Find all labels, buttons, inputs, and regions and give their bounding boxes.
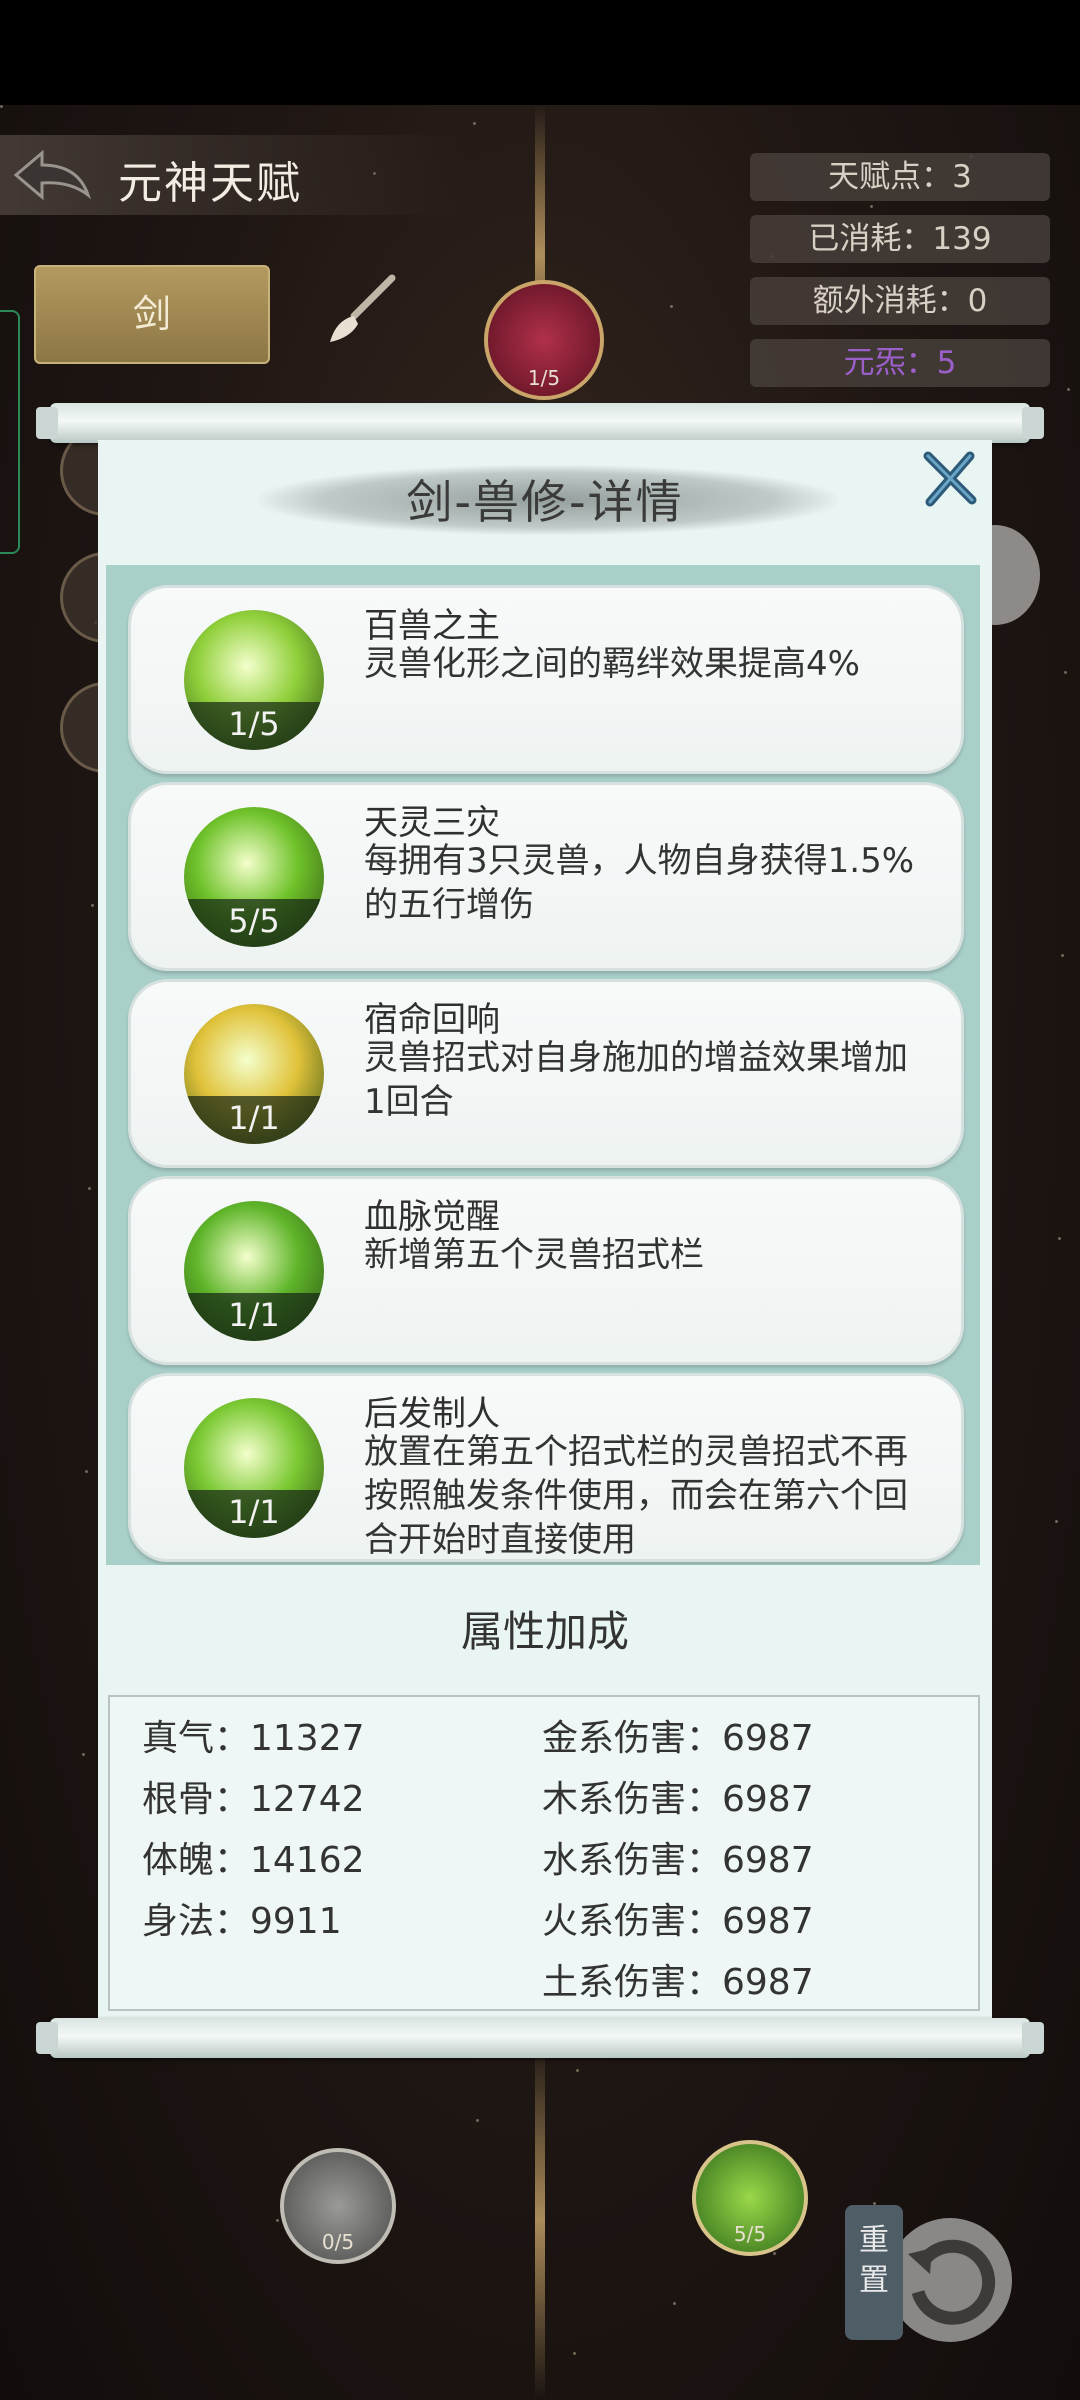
attribute-base: 真气：11327: [142, 1718, 365, 1759]
consumed-stat: 已消耗：139: [750, 215, 1050, 263]
star-dot: [576, 2069, 579, 2072]
skill-card[interactable]: 1/5 百兽之主 灵兽化形之间的羁绊效果提高4%: [128, 585, 964, 774]
attribute-element-damage: 金系伤害：6987: [542, 1718, 814, 1759]
skill-name: 宿命回响: [364, 1000, 500, 1040]
page-title: 元神天赋: [118, 158, 302, 209]
attributes-heading: 属性加成: [460, 1607, 629, 1656]
skill-name: 后发制人: [364, 1394, 500, 1434]
status-bar: [0, 0, 1080, 105]
attribute-element-damage: 木系伤害：6987: [542, 1779, 814, 1820]
modal-title: 剑-兽修-详情: [406, 475, 684, 529]
star-dot: [1061, 954, 1064, 957]
modal-title-bar: 剑-兽修-详情: [98, 455, 992, 535]
skill-description: 灵兽化形之间的羁绊效果提高4%: [364, 644, 860, 684]
skill-description: 放置在第五个招式栏的灵兽招式不再按照触发条件使用，而会在第六个回合开始时直接使用: [364, 1432, 908, 1560]
skill-card[interactable]: 1/1 宿命回响 灵兽招式对自身施加的增益效果增加1回合: [128, 979, 964, 1168]
attribute-base: 根骨：12742: [142, 1779, 365, 1820]
green-flame-icon: 1/1: [184, 1201, 324, 1341]
star-dot: [276, 2219, 279, 2222]
brush-icon[interactable]: [322, 272, 402, 352]
talent-node-level: 1/5: [527, 366, 561, 390]
skill-list[interactable]: 1/5 百兽之主 灵兽化形之间的羁绊效果提高4% 5/5 天灵三灾 每拥有3只灵兽，人物自…: [106, 565, 980, 1565]
skill-name: 百兽之主: [364, 606, 500, 646]
lion-head-icon: 1/5: [184, 610, 324, 750]
star-dot: [670, 305, 673, 308]
leaping-beast-icon: 1/1: [184, 1398, 324, 1538]
golden-rune-icon: 1/1: [184, 1004, 324, 1144]
reset-icon: [908, 2239, 996, 2325]
talent-points-stat: 天赋点：3: [750, 153, 1050, 201]
star-dot: [476, 2119, 479, 2122]
attribute-element-damage: 火系伤害：6987: [542, 1901, 814, 1942]
skill-level: 1/1: [184, 1490, 324, 1538]
talent-node-level: 0/5: [321, 2230, 355, 2254]
star-dot: [573, 2352, 576, 2355]
skill-level: 1/5: [184, 702, 324, 750]
skill-level: 1/1: [184, 1293, 324, 1341]
skill-description: 每拥有3只灵兽，人物自身获得1.5%的五行增伤: [364, 841, 915, 925]
skill-name: 血脉觉醒: [364, 1197, 500, 1237]
reset-label[interactable]: 重置: [845, 2205, 903, 2340]
attributes-panel: 真气：11327 根骨：12742 体魄：14162 身法：9911 金系伤害：6987…: [108, 1695, 980, 2011]
skill-card[interactable]: 5/5 天灵三灾 每拥有3只灵兽，人物自身获得1.5%的五行增伤: [128, 782, 964, 971]
star-dot: [1055, 1520, 1058, 1523]
talent-node[interactable]: 1/5: [484, 280, 604, 400]
attribute-base: 体魄：14162: [142, 1840, 365, 1881]
star-dot: [773, 2252, 776, 2255]
attribute-base: 身法：9911: [142, 1901, 342, 1942]
scroll-rod-top: [36, 403, 1044, 443]
talent-node[interactable]: 0/5: [280, 2148, 396, 2264]
skill-level: 1/1: [184, 1096, 324, 1144]
star-dot: [870, 205, 873, 208]
extra-consumed-stat: 额外消耗：0: [750, 277, 1050, 325]
reset-button[interactable]: [888, 2218, 1012, 2342]
talent-node[interactable]: 5/5: [692, 2140, 808, 2256]
star-dot: [1058, 1237, 1061, 1240]
star-dot: [473, 122, 476, 125]
skill-card[interactable]: 1/1 血脉觉醒 新增第五个灵兽招式栏: [128, 1176, 964, 1365]
yuanqi-stat: 元炁：5: [750, 339, 1050, 387]
attribute-element-damage: 水系伤害：6987: [542, 1840, 814, 1881]
star-dot: [91, 904, 94, 907]
talent-tree-trunk-bottom: [535, 2040, 545, 2400]
star-dot: [1067, 388, 1070, 391]
skill-card[interactable]: 1/1 后发制人 放置在第五个招式栏的灵兽招式不再按照触发条件使用，而会在第六个回合…: [128, 1373, 964, 1562]
attribute-element-damage: 土系伤害：6987: [542, 1962, 814, 2003]
green-spirits-icon: 5/5: [184, 807, 324, 947]
skill-name: 天灵三灾: [364, 803, 500, 843]
skill-description: 灵兽招式对自身施加的增益效果增加1回合: [364, 1038, 908, 1122]
tab-sword[interactable]: 剑: [34, 265, 270, 364]
star-dot: [88, 1187, 91, 1190]
side-panel-edge: [0, 310, 20, 554]
star-dot: [673, 2302, 676, 2305]
star-dot: [1064, 671, 1067, 674]
star-dot: [85, 1470, 88, 1473]
scroll-rod-bottom: [36, 2018, 1044, 2058]
talent-node-level: 5/5: [733, 2222, 767, 2246]
star-dot: [82, 1753, 85, 1756]
page-header: 元神天赋: [0, 135, 470, 215]
close-icon[interactable]: [918, 448, 980, 510]
skill-description: 新增第五个灵兽招式栏: [364, 1235, 704, 1275]
skill-detail-modal: 剑-兽修-详情 1/5 百兽之主 灵兽化形之间的羁绊效果提高4% 5/5 天灵三灾 每拥有…: [98, 440, 992, 2020]
skill-level: 5/5: [184, 899, 324, 947]
star-dot: [0, 105, 3, 108]
back-arrow-icon[interactable]: [12, 149, 92, 201]
